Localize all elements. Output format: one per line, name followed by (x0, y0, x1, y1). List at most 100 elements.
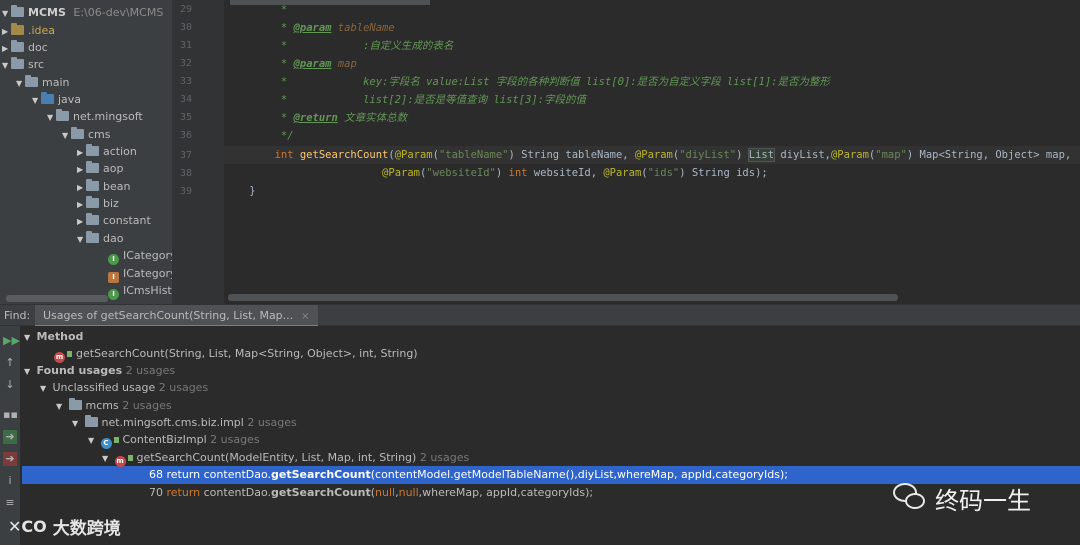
package-icon (86, 213, 99, 225)
chevron-down-icon[interactable]: ▼ (32, 92, 41, 109)
module-mcms-row[interactable]: ▼ mcms 2 usages (56, 397, 172, 414)
chevron-down-icon[interactable]: ▼ (77, 231, 86, 248)
tree-item-constant[interactable]: ▶ constant (77, 212, 151, 229)
chevron-down-icon[interactable]: ▼ (102, 450, 111, 467)
arrow-up-icon[interactable]: ↑ (3, 356, 17, 370)
class-row[interactable]: ▼ C ContentBizImpl 2 usages (88, 431, 260, 449)
arrow-down-icon[interactable]: ↓ (3, 378, 17, 392)
find-side-toolbar: ▶▶ ↑ ↓ ▪▪ ➜ ➜ i ≡ (0, 326, 20, 545)
tree-root[interactable]: ▼ MCMS E:\06-dev\MCMS (2, 4, 163, 21)
tree-item-dao[interactable]: ▼ dao (77, 230, 123, 247)
import-icon[interactable]: ➜ (3, 430, 17, 444)
chevron-right-icon[interactable]: ▶ (77, 179, 86, 196)
method-icon: m (114, 456, 126, 467)
chevron-right-icon[interactable]: ▶ (77, 196, 86, 213)
info-icon[interactable]: i (3, 474, 17, 488)
expand-all-icon[interactable]: ≡ (3, 496, 17, 510)
tree-item-icategory-1[interactable]: I ICategory (108, 247, 172, 265)
tree-item-biz[interactable]: ▶ biz (77, 195, 119, 212)
package-icon (86, 179, 99, 191)
folder-icon (25, 75, 38, 87)
lock-icon (67, 351, 72, 357)
tree-item-icategory-2[interactable]: I ICategory (108, 265, 172, 283)
module-icon (68, 398, 82, 410)
tree-item-action[interactable]: ▶ action (77, 143, 137, 160)
code-line-36: */ (224, 130, 294, 142)
lock-icon (127, 455, 133, 461)
code-line-33: * key:字段名 value:List 字段的各种判断值 list[0]:是否… (224, 76, 831, 88)
chevron-down-icon[interactable]: ▼ (2, 57, 11, 74)
package-icon (86, 144, 99, 156)
tree-item-main[interactable]: ▼ main (16, 74, 69, 91)
line-number: 38 (179, 168, 192, 179)
line-number: 33 (179, 76, 192, 87)
line-number: 36 (179, 130, 192, 141)
chevron-down-icon[interactable]: ▼ (2, 5, 11, 22)
usage-row-70[interactable]: 70 return contentDao.getSearchCount(null… (149, 484, 593, 501)
chevron-right-icon[interactable]: ▶ (77, 144, 86, 161)
package-icon (86, 161, 99, 173)
editor-horizontal-scrollbar[interactable] (228, 294, 898, 301)
tree-item-java[interactable]: ▼ java (32, 91, 81, 108)
chevron-down-icon[interactable]: ▼ (16, 75, 25, 92)
chevron-down-icon[interactable]: ▼ (56, 398, 65, 415)
rerun-icon[interactable]: ▶▶ (3, 334, 20, 348)
tree-item-doc[interactable]: ▶ doc (2, 39, 48, 56)
lock-icon (113, 437, 119, 443)
watermark-wechat: 终码一生 (893, 478, 1031, 518)
code-line-35: * @return 文章实体总数 (224, 112, 408, 124)
code-line-32: * @param map (224, 58, 357, 70)
method-signature-row[interactable]: m getSearchCount(String, List, Map<String… (54, 345, 418, 363)
usage-row-68[interactable]: 68 return contentDao.getSearchCount(cont… (149, 466, 788, 483)
brand-logo: ✕CO (8, 516, 47, 536)
code-line-34: * list[2]:是否是等值查询 list[3]:字段的值 (224, 94, 587, 106)
group-icon[interactable]: ▪▪ (3, 408, 18, 422)
chevron-down-icon[interactable]: ▼ (24, 329, 33, 346)
method-header[interactable]: ▼ Method (24, 328, 83, 345)
ide-window: ▼ MCMS E:\06-dev\MCMS ▶ .idea ▶ doc ▼ src ▼ m… (0, 0, 1080, 545)
line-number: 34 (179, 94, 192, 105)
found-usages-row[interactable]: ▼ Found usages 2 usages (24, 362, 175, 379)
tree-item-icmshistc[interactable]: IICmsHistc (108, 282, 172, 300)
folder-icon (11, 57, 24, 69)
package-icon (86, 196, 99, 208)
chevron-down-icon[interactable]: ▼ (88, 432, 97, 449)
wechat-icon (893, 483, 927, 513)
package-icon (84, 415, 98, 427)
editor-top-scrollbar[interactable] (230, 0, 430, 5)
code-line-38: @Param("websiteId") int websiteId, @Para… (382, 167, 768, 179)
chevron-down-icon[interactable]: ▼ (72, 415, 81, 432)
line-number: 35 (179, 112, 192, 123)
unclassified-usage-row[interactable]: ▼ Unclassified usage 2 usages (40, 379, 208, 396)
interface-icon: I (108, 289, 119, 300)
line-number: 31 (179, 40, 192, 51)
chevron-right-icon[interactable]: ▶ (77, 213, 86, 230)
tree-item-net-mingsoft[interactable]: ▼ net.mingsoft (47, 108, 143, 125)
tree-item-src[interactable]: ▼ src (2, 56, 44, 73)
package-row[interactable]: ▼ net.mingsoft.cms.biz.impl 2 usages (72, 414, 297, 431)
tree-item-bean[interactable]: ▶ bean (77, 178, 130, 195)
folder-icon (41, 92, 54, 104)
line-number: 30 (179, 22, 192, 33)
chevron-down-icon[interactable]: ▼ (62, 127, 71, 144)
class-icon: C (100, 438, 112, 449)
chevron-right-icon[interactable]: ▶ (2, 23, 11, 40)
chevron-down-icon[interactable]: ▼ (47, 109, 56, 126)
code-line-39: } (224, 185, 256, 197)
chevron-down-icon[interactable]: ▼ (24, 363, 33, 380)
tree-item-aop[interactable]: ▶ aop (77, 160, 123, 177)
chevron-right-icon[interactable]: ▶ (77, 161, 86, 178)
export-icon[interactable]: ➜ (3, 452, 17, 466)
code-line-30: * @param tableName (224, 22, 395, 34)
code-editor[interactable]: * * @param tableName * :自定义生成的表名 * @para… (224, 0, 1080, 304)
tab-usages[interactable]: Usages of getSearchCount(String, List, M… (35, 305, 318, 327)
chevron-right-icon[interactable]: ▶ (2, 40, 11, 57)
chevron-down-icon[interactable]: ▼ (40, 380, 49, 397)
tree-item-cms[interactable]: ▼ cms (62, 126, 111, 143)
tree-item-idea[interactable]: ▶ .idea (2, 22, 55, 39)
project-tree: ▼ MCMS E:\06-dev\MCMS ▶ .idea ▶ doc ▼ src ▼ m… (0, 0, 172, 304)
watermark-brand: ✕CO 大数跨境 (8, 516, 121, 539)
impl-method-row[interactable]: ▼ m getSearchCount(ModelEntity, List, Map… (102, 449, 469, 467)
close-icon[interactable]: × (301, 311, 309, 322)
tree-horizontal-scrollbar[interactable] (6, 295, 108, 302)
